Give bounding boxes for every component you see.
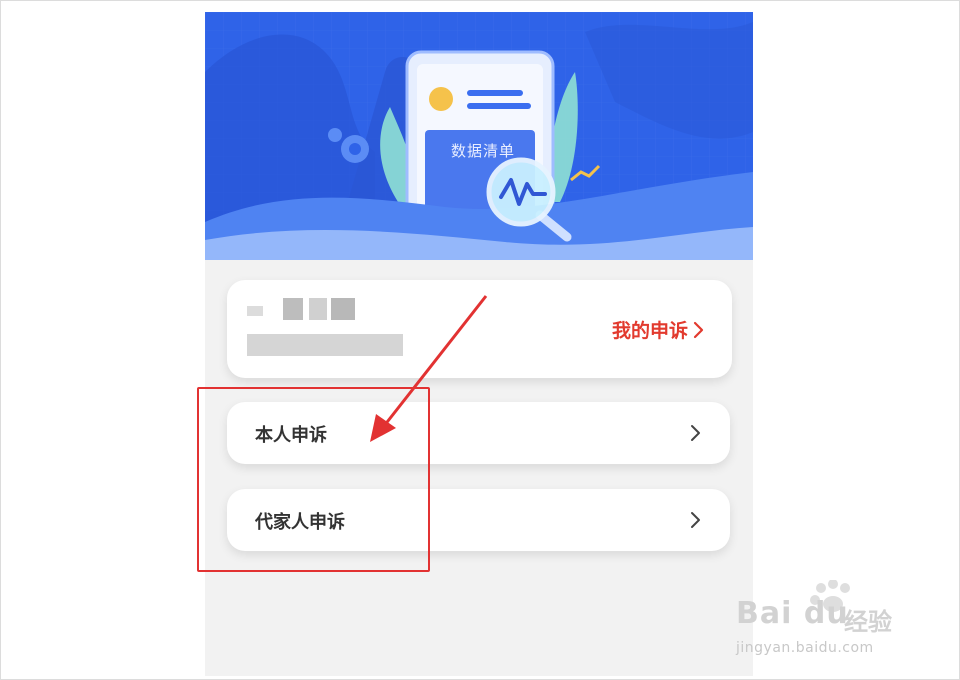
phone-screen: 数据清单 我的申诉 本人申诉 代家人申诉 bbox=[205, 12, 753, 676]
banner-illustration bbox=[205, 12, 753, 260]
annotation-highlight-box bbox=[197, 387, 430, 572]
chevron-right-icon bbox=[691, 512, 700, 528]
chevron-right-icon bbox=[691, 425, 700, 441]
my-appeal-link[interactable]: 我的申诉 bbox=[612, 316, 706, 343]
chevron-right-icon bbox=[693, 321, 704, 338]
blurred-name bbox=[331, 298, 355, 320]
blurred-name bbox=[283, 298, 303, 320]
blurred-name bbox=[309, 298, 327, 320]
blurred-id bbox=[247, 334, 403, 356]
blurred-text bbox=[247, 306, 263, 316]
my-appeal-label: 我的申诉 bbox=[611, 320, 688, 342]
watermark-url: jingyan.baidu.com bbox=[736, 640, 874, 656]
user-info-card: 我的申诉 bbox=[227, 280, 732, 378]
watermark-brand: Bai du bbox=[736, 596, 849, 631]
header-banner: 数据清单 bbox=[205, 12, 753, 260]
watermark-brand-suffix: 经验 bbox=[844, 608, 892, 636]
banner-label: 数据清单 bbox=[450, 142, 515, 160]
